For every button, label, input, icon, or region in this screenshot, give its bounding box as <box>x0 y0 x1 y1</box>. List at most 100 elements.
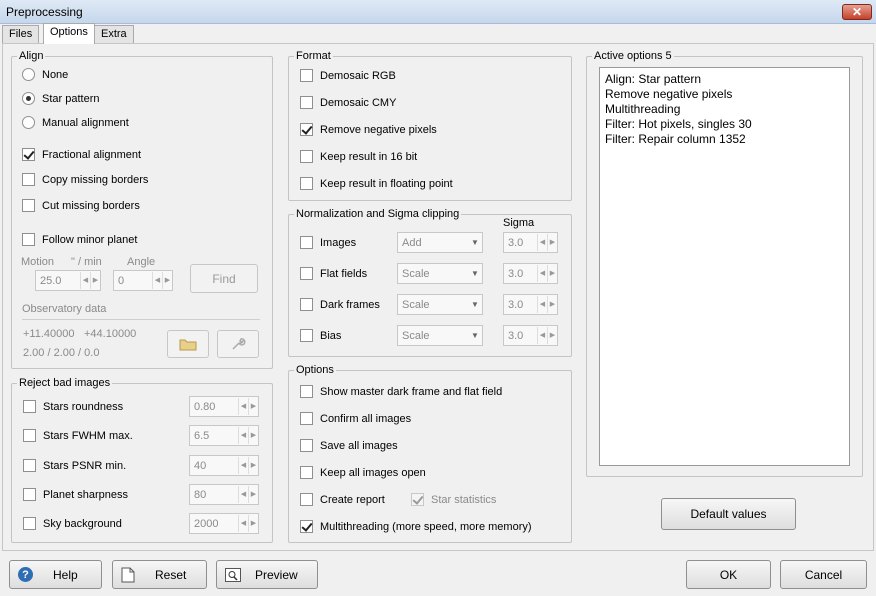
normalize-images-checkbox[interactable]: Images <box>300 236 356 249</box>
find-button[interactable]: Find <box>190 264 258 293</box>
bias-mode-select[interactable]: Scale ▼ <box>397 325 483 346</box>
checkbox-box <box>22 148 35 161</box>
dark-frames-sigma-stepper[interactable]: 3.0 ◀ ▶ <box>503 294 558 315</box>
chevron-down-icon: ▼ <box>471 269 479 278</box>
decrement-arrow-icon[interactable]: ◀ <box>80 272 90 289</box>
increment-arrow-icon[interactable]: ▶ <box>547 296 557 313</box>
increment-arrow-icon[interactable]: ▶ <box>248 515 258 532</box>
increment-arrow-icon[interactable]: ▶ <box>162 272 172 289</box>
align-star-pattern-radio[interactable]: Star pattern <box>22 92 99 105</box>
align-group-title: Align <box>17 50 46 62</box>
stars-psnr-checkbox[interactable]: Stars PSNR min. <box>23 459 126 472</box>
stars-roundness-checkbox[interactable]: Stars roundness <box>23 400 123 413</box>
flat-fields-sigma-stepper[interactable]: 3.0 ◀ ▶ <box>503 263 558 284</box>
images-sigma-stepper[interactable]: 3.0 ◀ ▶ <box>503 232 558 253</box>
checkbox-box <box>300 439 313 452</box>
motion-stepper[interactable]: 25.0 ◀ ▶ <box>35 270 101 291</box>
increment-arrow-icon[interactable]: ▶ <box>248 457 258 474</box>
sky-background-stepper[interactable]: 2000 ◀ ▶ <box>189 513 259 534</box>
checkbox-box <box>23 488 36 501</box>
checkbox-box <box>22 199 35 212</box>
stars-fwhm-checkbox[interactable]: Stars FWHM max. <box>23 429 133 442</box>
flat-fields-mode-select[interactable]: Scale ▼ <box>397 263 483 284</box>
tab-extra[interactable]: Extra <box>94 25 134 43</box>
decrement-arrow-icon[interactable]: ◀ <box>537 265 547 282</box>
normalize-dark-frames-checkbox[interactable]: Dark frames <box>300 298 380 311</box>
bias-sigma-stepper[interactable]: 3.0 ◀ ▶ <box>503 325 558 346</box>
align-manual-radio[interactable]: Manual alignment <box>22 116 129 129</box>
checkbox-box <box>23 400 36 413</box>
stars-fwhm-stepper[interactable]: 6.5 ◀ ▶ <box>189 425 259 446</box>
stars-roundness-stepper[interactable]: 0.80 ◀ ▶ <box>189 396 259 417</box>
normalization-group-title: Normalization and Sigma clipping <box>294 208 462 220</box>
normalize-bias-checkbox[interactable]: Bias <box>300 329 341 342</box>
keep-all-images-open-checkbox[interactable]: Keep all images open <box>300 466 426 479</box>
cancel-button[interactable]: Cancel <box>780 560 867 589</box>
active-option-line: Filter: Hot pixels, singles 30 <box>605 117 752 131</box>
decrement-arrow-icon[interactable]: ◀ <box>537 296 547 313</box>
checkbox-box <box>300 123 313 136</box>
images-mode-select[interactable]: Add ▼ <box>397 232 483 253</box>
copy-missing-borders-checkbox[interactable]: Copy missing borders <box>22 173 148 186</box>
motion-unit-label: " / min <box>71 256 102 268</box>
decrement-arrow-icon[interactable]: ◀ <box>238 515 248 532</box>
radio-indicator <box>22 92 35 105</box>
active-option-line: Remove negative pixels <box>605 87 733 101</box>
active-options-list[interactable]: Align: Star pattern Remove negative pixe… <box>599 67 850 466</box>
tab-files[interactable]: Files <box>2 25 40 43</box>
help-button[interactable]: ? Help <box>9 560 102 589</box>
observatory-data-label: Observatory data <box>22 303 107 315</box>
checkbox-box <box>300 466 313 479</box>
planet-sharpness-stepper[interactable]: 80 ◀ ▶ <box>189 484 259 505</box>
demosaic-cmy-checkbox[interactable]: Demosaic CMY <box>300 96 396 109</box>
save-all-images-checkbox[interactable]: Save all images <box>300 439 398 452</box>
ok-button[interactable]: OK <box>686 560 771 589</box>
planet-sharpness-checkbox[interactable]: Planet sharpness <box>23 488 128 501</box>
decrement-arrow-icon[interactable]: ◀ <box>152 272 162 289</box>
decrement-arrow-icon[interactable]: ◀ <box>537 234 547 251</box>
confirm-all-images-checkbox[interactable]: Confirm all images <box>300 412 411 425</box>
angle-stepper[interactable]: 0 ◀ ▶ <box>113 270 173 291</box>
default-values-button[interactable]: Default values <box>661 498 796 530</box>
normalize-flat-fields-checkbox[interactable]: Flat fields <box>300 267 367 280</box>
title-bar <box>0 0 876 24</box>
increment-arrow-icon[interactable]: ▶ <box>248 486 258 503</box>
dark-frames-mode-select[interactable]: Scale ▼ <box>397 294 483 315</box>
close-button[interactable]: ✕ <box>842 4 872 20</box>
keep-16-bit-checkbox[interactable]: Keep result in 16 bit <box>300 150 417 163</box>
settings-tool-button[interactable] <box>217 330 259 358</box>
decrement-arrow-icon[interactable]: ◀ <box>238 398 248 415</box>
create-report-checkbox[interactable]: Create report <box>300 493 385 506</box>
checkbox-box <box>300 329 313 342</box>
decrement-arrow-icon[interactable]: ◀ <box>238 457 248 474</box>
increment-arrow-icon[interactable]: ▶ <box>248 427 258 444</box>
stars-psnr-stepper[interactable]: 40 ◀ ▶ <box>189 455 259 476</box>
tab-options[interactable]: Options <box>43 23 95 44</box>
cut-missing-borders-checkbox[interactable]: Cut missing borders <box>22 199 140 212</box>
keep-floating-point-checkbox[interactable]: Keep result in floating point <box>300 177 453 190</box>
increment-arrow-icon[interactable]: ▶ <box>547 327 557 344</box>
reset-button[interactable]: Reset <box>112 560 207 589</box>
chevron-down-icon: ▼ <box>471 238 479 247</box>
align-none-radio[interactable]: None <box>22 68 68 81</box>
decrement-arrow-icon[interactable]: ◀ <box>238 486 248 503</box>
observatory-extra: 2.00 / 2.00 / 0.0 <box>23 347 100 359</box>
increment-arrow-icon[interactable]: ▶ <box>547 234 557 251</box>
help-icon: ? <box>18 567 33 582</box>
show-master-dark-checkbox[interactable]: Show master dark frame and flat field <box>300 385 502 398</box>
decrement-arrow-icon[interactable]: ◀ <box>238 427 248 444</box>
multithreading-checkbox[interactable]: Multithreading (more speed, more memory) <box>300 520 532 533</box>
demosaic-rgb-checkbox[interactable]: Demosaic RGB <box>300 69 396 82</box>
increment-arrow-icon[interactable]: ▶ <box>547 265 557 282</box>
open-folder-button[interactable] <box>167 330 209 358</box>
star-statistics-checkbox[interactable]: Star statistics <box>411 493 496 506</box>
remove-negative-pixels-checkbox[interactable]: Remove negative pixels <box>300 123 437 136</box>
preview-button[interactable]: Preview <box>216 560 318 589</box>
checkbox-box <box>300 236 313 249</box>
fractional-alignment-checkbox[interactable]: Fractional alignment <box>22 148 141 161</box>
decrement-arrow-icon[interactable]: ◀ <box>537 327 547 344</box>
follow-minor-planet-checkbox[interactable]: Follow minor planet <box>22 233 137 246</box>
increment-arrow-icon[interactable]: ▶ <box>90 272 100 289</box>
sky-background-checkbox[interactable]: Sky background <box>23 517 122 530</box>
increment-arrow-icon[interactable]: ▶ <box>248 398 258 415</box>
